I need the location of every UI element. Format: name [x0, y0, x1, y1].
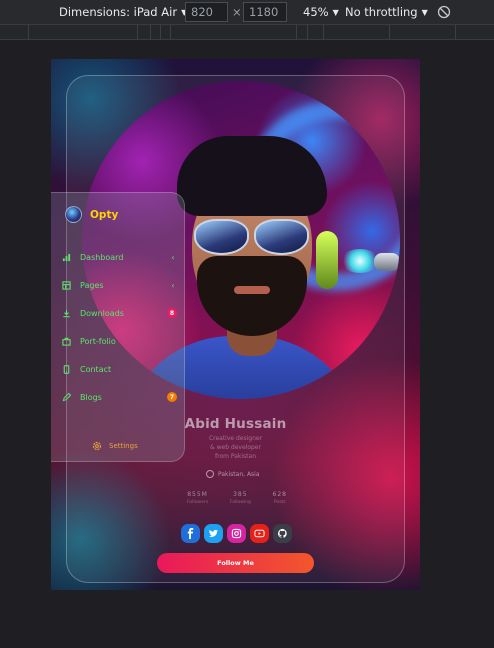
- stat-following: 385 Following: [230, 491, 251, 505]
- settings-label: Settings: [109, 442, 138, 450]
- stat-label: Followers: [187, 500, 209, 505]
- sidebar-item-pages[interactable]: Pages ‹: [62, 271, 177, 299]
- layout-icon: [62, 280, 71, 290]
- sidebar-item-downloads[interactable]: Downloads 8: [62, 299, 177, 327]
- dimensions-label: Dimensions: iPad Air: [59, 5, 178, 19]
- chevron-left-icon: ‹: [171, 252, 175, 262]
- sidebar-item-blogs[interactable]: Blogs 7: [62, 383, 177, 411]
- height-input[interactable]: 1180: [243, 2, 287, 22]
- instagram-button[interactable]: [227, 524, 246, 543]
- sidebar-item-label: Contact: [80, 364, 112, 374]
- zoom-dropdown[interactable]: 45% ▼: [303, 0, 339, 24]
- sidebar-item-portfolio[interactable]: Port-folio: [62, 327, 177, 355]
- throttling-label: No throttling: [345, 5, 418, 19]
- github-icon: [278, 528, 287, 538]
- follow-me-button[interactable]: Follow Me: [157, 553, 314, 573]
- blogs-badge: 7: [167, 392, 177, 402]
- brand-logo-icon: [65, 206, 82, 223]
- sidebar-nav: Dashboard ‹ Pages ‹ Downloads 8 Port-fol…: [62, 243, 177, 411]
- chevron-left-icon: ‹: [171, 280, 175, 290]
- width-input[interactable]: 820: [185, 2, 228, 22]
- profile-stats: 855M Followers 385 Following 628 Posts: [187, 491, 287, 505]
- caret-down-icon: ▼: [421, 7, 428, 17]
- gear-icon: [92, 441, 102, 451]
- times-symbol: ×: [232, 5, 242, 19]
- brand-name: Opty: [90, 208, 119, 221]
- stat-value: 855M: [187, 491, 208, 498]
- phone-icon: [62, 364, 71, 374]
- social-links: [181, 524, 292, 543]
- youtube-icon: [254, 529, 265, 538]
- facebook-button[interactable]: [181, 524, 200, 543]
- media-query-ruler[interactable]: [0, 24, 494, 40]
- pen-icon: [62, 392, 71, 402]
- sidebar-item-label: Dashboard: [80, 252, 124, 262]
- stat-posts: 628 Posts: [273, 491, 287, 505]
- brand[interactable]: Opty: [65, 206, 118, 223]
- stat-value: 385: [233, 491, 248, 498]
- sidebar-item-dashboard[interactable]: Dashboard ‹: [62, 243, 177, 271]
- devtools-toolbar: Dimensions: iPad Air ▼ 820 × 1180 45% ▼ …: [0, 0, 494, 24]
- rotate-button[interactable]: [437, 0, 451, 24]
- rotate-icon: [437, 5, 451, 19]
- sidebar-item-contact[interactable]: Contact: [62, 355, 177, 383]
- briefcase-icon: [62, 337, 71, 346]
- sidebar-item-label: Pages: [80, 280, 104, 290]
- stat-label: Posts: [273, 500, 286, 505]
- location-pin-icon: [206, 470, 214, 478]
- facebook-icon: [187, 528, 194, 539]
- dimensions-dropdown[interactable]: Dimensions: iPad Air ▼: [59, 0, 187, 24]
- twitter-button[interactable]: [204, 524, 223, 543]
- stat-value: 628: [272, 491, 287, 498]
- throttling-dropdown[interactable]: No throttling ▼: [345, 0, 428, 24]
- stat-followers: 855M Followers: [187, 491, 208, 505]
- sidebar-item-label: Port-folio: [80, 336, 116, 346]
- twitter-icon: [208, 529, 219, 537]
- stat-label: Following: [229, 500, 251, 505]
- location-text: Pakistan, Asia: [218, 470, 260, 478]
- instagram-icon: [231, 528, 242, 539]
- youtube-button[interactable]: [250, 524, 269, 543]
- caret-down-icon: ▼: [332, 7, 339, 17]
- github-button[interactable]: [273, 524, 292, 543]
- bar-chart-icon: [62, 253, 71, 262]
- download-icon: [62, 309, 71, 318]
- zoom-label: 45%: [303, 5, 329, 19]
- device-viewport: Abid Hussain Creative designer & web dev…: [51, 59, 420, 590]
- sidebar: Opty Dashboard ‹ Pages ‹ Downloads 8 Por…: [51, 192, 185, 462]
- sidebar-item-label: Downloads: [80, 308, 124, 318]
- sidebar-item-label: Blogs: [80, 392, 102, 402]
- location: Pakistan, Asia: [206, 470, 260, 478]
- settings-link[interactable]: Settings: [92, 441, 138, 451]
- downloads-badge: 8: [167, 308, 177, 318]
